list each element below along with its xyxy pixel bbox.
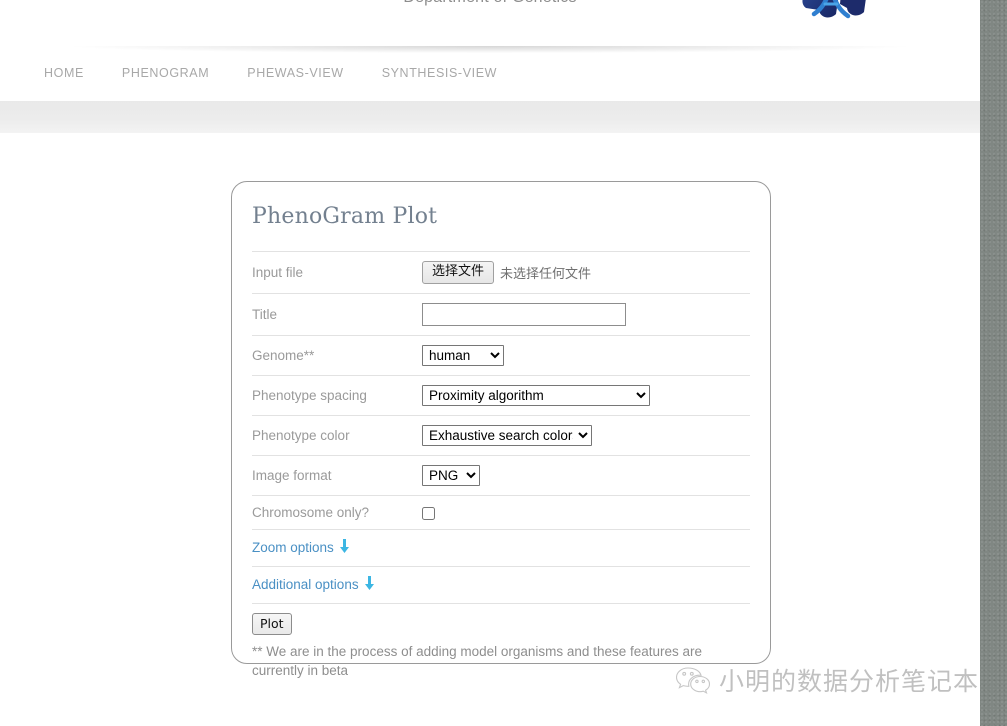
- nav-item-phewas-view[interactable]: PHEWAS-VIEW: [247, 62, 343, 84]
- page-title: PhenoGram Plot: [252, 204, 438, 229]
- phenogram-form: Input file 选择文件 未选择任何文件 Title Genome** h…: [252, 251, 750, 689]
- plot-button[interactable]: Plot: [252, 613, 292, 635]
- arrow-down-icon[interactable]: [364, 576, 375, 594]
- form-row-image-format: Image format PNG: [252, 455, 750, 496]
- site-header: Department of Genetics HOME PHENOGRAM: [0, 0, 980, 101]
- form-row-genome: Genome** human: [252, 335, 750, 376]
- form-row-zoom-options: Zoom options: [252, 529, 750, 567]
- nav-item-home[interactable]: HOME: [44, 62, 84, 84]
- file-input[interactable]: 选择文件 未选择任何文件: [422, 261, 591, 284]
- main-nav: HOME PHENOGRAM PHEWAS-VIEW SYNTHESIS-VIE…: [0, 62, 497, 84]
- desktop-gutter: [980, 0, 1007, 726]
- label-input-file: Input file: [252, 265, 304, 280]
- label-title: Title: [252, 307, 278, 322]
- banner-strip: [0, 101, 980, 139]
- label-genome: Genome**: [252, 348, 315, 363]
- beta-note: ** We are in the process of adding model…: [252, 644, 703, 678]
- label-phenotype-spacing: Phenotype spacing: [252, 388, 367, 403]
- browser-page: Department of Genetics HOME PHENOGRAM: [0, 0, 980, 726]
- label-chromosome-only: Chromosome only?: [252, 505, 370, 520]
- additional-options-link[interactable]: Additional options: [252, 577, 359, 592]
- form-row-phenotype-spacing: Phenotype spacing Proximity algorithm: [252, 375, 750, 416]
- choose-file-button[interactable]: 选择文件: [422, 261, 495, 284]
- nav-item-synthesis-view[interactable]: SYNTHESIS-VIEW: [382, 62, 497, 84]
- form-row-submit: Plot ** We are in the process of adding …: [252, 603, 750, 689]
- form-row-input-file: Input file 选择文件 未选择任何文件: [252, 251, 750, 294]
- file-name-text: 未选择任何文件: [500, 267, 592, 282]
- image-format-select[interactable]: PNG: [422, 465, 480, 486]
- phenotype-spacing-select[interactable]: Proximity algorithm: [422, 385, 650, 406]
- main-content: PhenoGram Plot Input file 选择文件 未选择任何文件 T…: [0, 133, 980, 726]
- form-row-additional-options: Additional options: [252, 566, 750, 604]
- label-image-format: Image format: [252, 468, 332, 483]
- phenogram-form-card: PhenoGram Plot Input file 选择文件 未选择任何文件 T…: [231, 181, 771, 689]
- form-row-chromosome-only: Chromosome only?: [252, 495, 750, 530]
- phenotype-color-select[interactable]: Exhaustive search colors: [422, 425, 592, 446]
- nav-item-phenogram[interactable]: PHENOGRAM: [122, 62, 209, 84]
- header-shadow: [0, 46, 980, 56]
- label-phenotype-color: Phenotype color: [252, 428, 350, 443]
- form-row-title: Title: [252, 293, 750, 336]
- arrow-down-icon[interactable]: [339, 539, 350, 557]
- form-row-phenotype-color: Phenotype color Exhaustive search colors: [252, 415, 750, 456]
- genome-select[interactable]: human: [422, 345, 504, 366]
- title-input[interactable]: [422, 303, 626, 326]
- zoom-options-link[interactable]: Zoom options: [252, 540, 334, 555]
- chromosome-only-checkbox[interactable]: [422, 506, 435, 520]
- dna-puzzle-logo: [802, 0, 866, 19]
